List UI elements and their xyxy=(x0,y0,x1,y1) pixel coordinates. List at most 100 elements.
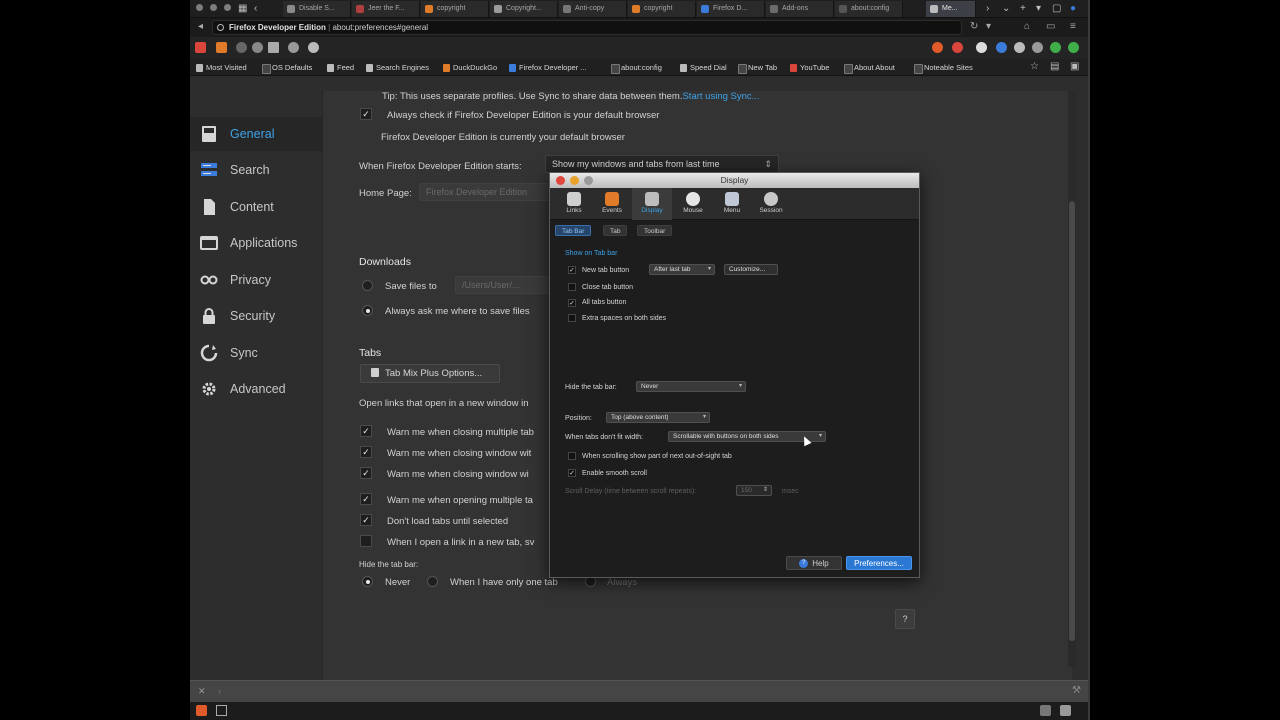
tool-display[interactable]: Display xyxy=(632,188,672,220)
sidebar-item-search[interactable]: Search xyxy=(190,153,322,187)
close-tab-button-checkbox[interactable] xyxy=(568,283,576,291)
addon-ring-icon[interactable] xyxy=(1032,42,1043,53)
new-tab-icon[interactable]: + xyxy=(1020,2,1026,16)
tool-session[interactable]: Session xyxy=(751,188,791,220)
dialog-minimize-icon[interactable] xyxy=(570,176,579,185)
extra-spaces-checkbox[interactable] xyxy=(568,314,576,322)
sidebar-item-general[interactable]: General xyxy=(190,117,322,151)
dialog-help-button[interactable]: ? Help xyxy=(786,556,842,570)
home-icon[interactable]: ⌂ xyxy=(1024,21,1030,33)
firefox-dev-icon[interactable] xyxy=(216,42,227,53)
page-scrollbar[interactable] xyxy=(1068,91,1076,667)
tool-events[interactable]: Events xyxy=(592,188,632,220)
warn-open-tabs-checkbox[interactable]: ✓ xyxy=(360,493,372,505)
bookmark-about-about[interactable]: About About xyxy=(844,62,895,74)
hamburger-menu-icon[interactable]: ≡ xyxy=(1070,21,1076,33)
tab-about-config[interactable]: about:config xyxy=(835,1,903,17)
position-select[interactable]: Top (above content) ▾ xyxy=(606,412,710,423)
scrollbar-thumb[interactable] xyxy=(1069,201,1075,641)
page-menu-icon[interactable]: ▭ xyxy=(1046,21,1055,33)
find-arrow-icon[interactable]: › xyxy=(218,686,221,696)
addon-bar-icon[interactable] xyxy=(196,705,207,716)
tab-jeer[interactable]: Jeer the F... xyxy=(352,1,420,17)
scroll-show-checkbox[interactable] xyxy=(568,452,576,460)
hide-never-radio[interactable] xyxy=(362,576,373,587)
tab-anti-copy[interactable]: Anti-copy xyxy=(559,1,627,17)
status-addon-icon[interactable] xyxy=(1040,705,1051,716)
save-files-path[interactable]: /Users/User/... xyxy=(455,276,555,294)
flag-icon[interactable] xyxy=(195,42,206,53)
status-addon-2-icon[interactable] xyxy=(1060,705,1071,716)
scroll-delay-input[interactable]: 150 ⇕ xyxy=(736,485,772,496)
close-find-bar-icon[interactable]: ✕ xyxy=(198,686,206,697)
tab-firefox-dev[interactable]: Firefox D... xyxy=(697,1,765,17)
tab-scroll-left-icon[interactable]: ‹ xyxy=(254,2,257,16)
tab-copyright-2[interactable]: Copyright... xyxy=(490,1,558,17)
start-sync-link[interactable]: Start using Sync... xyxy=(682,91,759,102)
tool-mouse[interactable]: Mouse xyxy=(673,188,713,220)
help-button[interactable]: ? xyxy=(895,609,915,629)
download-icon[interactable] xyxy=(252,42,263,53)
tab-list-icon[interactable]: ⌄ xyxy=(1002,2,1010,16)
dialog-close-icon[interactable] xyxy=(556,176,565,185)
window-zoom-icon[interactable] xyxy=(224,4,231,11)
addon-green-2-icon[interactable] xyxy=(1068,42,1079,53)
switch-to-new-tab-checkbox[interactable] xyxy=(360,535,372,547)
tab-copyright[interactable]: copyright xyxy=(421,1,489,17)
hide-tab-bar-select[interactable]: Never ▾ xyxy=(636,381,746,392)
bookmark-youtube[interactable]: YouTube xyxy=(790,62,829,74)
identity-icon[interactable] xyxy=(217,24,224,31)
tab-preferences[interactable]: Me... xyxy=(926,1,976,17)
reload-icon[interactable]: ↻ xyxy=(970,21,978,33)
sidebar-item-advanced[interactable]: Advanced xyxy=(190,372,322,406)
bookmark-search-engines[interactable]: Search Engines xyxy=(366,62,429,74)
bookmark-speed-dial[interactable]: Speed Dial xyxy=(680,62,727,74)
addon-gray-icon[interactable] xyxy=(1014,42,1025,53)
bookmark-firefox-developer[interactable]: Firefox Developer ... xyxy=(509,62,587,74)
tab-menu-icon[interactable]: ▾ xyxy=(1036,2,1041,16)
url-field[interactable]: Firefox Developer Edition | about:prefer… xyxy=(212,20,962,35)
tab-groups-icon[interactable]: ▢ xyxy=(1052,2,1061,16)
addon-blue-icon[interactable] xyxy=(996,42,1007,53)
subtab-tab-bar[interactable]: Tab Bar xyxy=(555,225,592,236)
stepper-icon[interactable]: ⇕ xyxy=(763,486,768,495)
tool-links[interactable]: Links xyxy=(554,188,594,220)
warn-close-tabs-checkbox[interactable]: ✓ xyxy=(360,425,372,437)
bookmark-star-icon[interactable]: ☆ xyxy=(1030,61,1039,72)
dont-load-tabs-checkbox[interactable]: ✓ xyxy=(360,514,372,526)
addon-green-icon[interactable] xyxy=(1050,42,1061,53)
startup-select[interactable]: Show my windows and tabs from last time ⇕ xyxy=(545,155,779,173)
page-icon[interactable] xyxy=(216,705,227,716)
sidebar-item-privacy[interactable]: Privacy xyxy=(190,263,322,297)
smooth-scroll-checkbox[interactable]: ✓ xyxy=(568,469,576,477)
refresh-icon[interactable] xyxy=(308,42,319,53)
bookmark-feed[interactable]: Feed xyxy=(327,62,354,74)
tab-copyright-3[interactable]: copyright xyxy=(628,1,696,17)
sidebar-item-sync[interactable]: Sync xyxy=(190,336,322,370)
new-tab-position-select[interactable]: After last tab ▾ xyxy=(649,264,715,275)
bookmark-icon[interactable] xyxy=(288,42,299,53)
user-icon[interactable]: ● xyxy=(1070,2,1076,16)
window-minimize-icon[interactable] xyxy=(210,4,217,11)
subtab-tab[interactable]: Tab xyxy=(603,225,628,236)
hide-one-tab-radio[interactable] xyxy=(427,576,438,587)
tab-scroll-right-icon[interactable]: › xyxy=(986,2,989,16)
tool-menu[interactable]: Menu xyxy=(712,188,752,220)
customize-button[interactable]: Customize... xyxy=(724,264,778,275)
subtab-toolbar[interactable]: Toolbar xyxy=(637,225,673,236)
addon-fire-icon[interactable] xyxy=(932,42,943,53)
addon-red-icon[interactable] xyxy=(952,42,963,53)
sidebar-item-security[interactable]: Security xyxy=(190,299,322,333)
warn-close-window-checkbox[interactable]: ✓ xyxy=(360,446,372,458)
tab-mix-plus-options-button[interactable]: Tab Mix Plus Options... xyxy=(360,364,500,383)
library-icon[interactable]: ▤ xyxy=(1050,61,1059,72)
tab-group-icon[interactable]: ▦ xyxy=(238,2,247,16)
sidebar-item-content[interactable]: Content xyxy=(190,190,322,224)
all-tabs-button-checkbox[interactable]: ✓ xyxy=(568,299,576,307)
dialog-preferences-button[interactable]: Preferences... xyxy=(846,556,912,570)
back-history-icon[interactable] xyxy=(236,42,247,53)
bookmark-most-visited[interactable]: Most Visited xyxy=(196,62,247,74)
dropdown-icon[interactable]: ▾ xyxy=(986,21,991,33)
save-files-radio[interactable] xyxy=(362,280,373,291)
bookmark-duckduckgo[interactable]: DuckDuckGo xyxy=(443,62,497,74)
